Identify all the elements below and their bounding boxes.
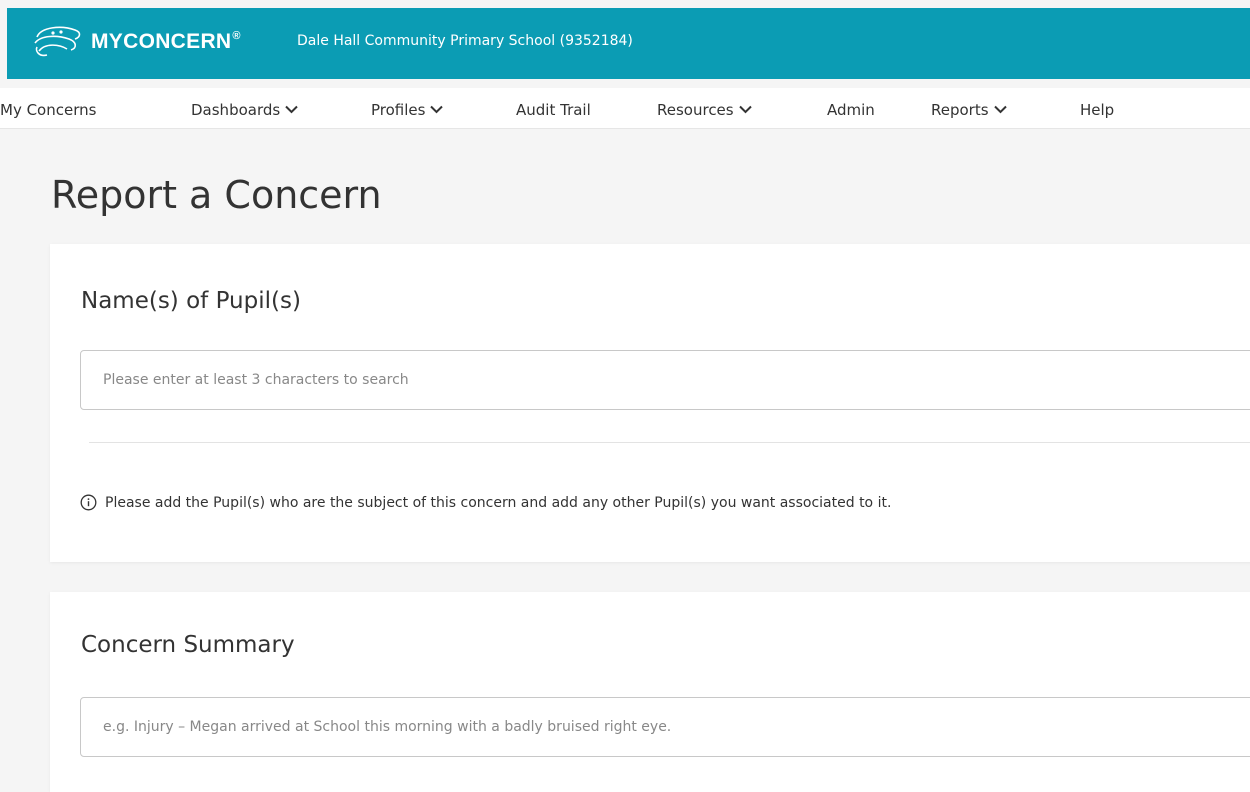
page-title: Report a Concern: [51, 173, 382, 217]
chevron-down-icon: [430, 105, 444, 114]
chevron-down-icon: [738, 105, 752, 114]
nav-help[interactable]: Help: [1080, 101, 1114, 119]
nav-admin[interactable]: Admin: [827, 101, 875, 119]
nav-my-concerns[interactable]: My Concerns: [0, 101, 96, 119]
brand-name[interactable]: MYCONCERN®: [91, 30, 241, 54]
divider: [89, 442, 1250, 443]
nav-audit-trail[interactable]: Audit Trail: [516, 101, 591, 119]
myconcern-logo-icon[interactable]: [31, 21, 83, 61]
pupils-info-text: Please add the Pupil(s) who are the subj…: [105, 494, 892, 511]
nav-resources[interactable]: Resources: [657, 101, 752, 119]
concern-summary-input[interactable]: [80, 697, 1250, 757]
pupil-search-input[interactable]: [80, 350, 1250, 410]
chevron-down-icon: [285, 105, 298, 114]
nav-profiles[interactable]: Profiles: [371, 101, 444, 119]
main-nav: My Concerns Dashboards Profiles Audit Tr…: [0, 88, 1250, 129]
chevron-down-icon: [993, 105, 1007, 114]
registered-mark: ®: [232, 30, 241, 42]
top-header-bar: MYCONCERN® Dale Hall Community Primary S…: [7, 8, 1250, 79]
nav-reports[interactable]: Reports: [931, 101, 1007, 119]
school-name: Dale Hall Community Primary School (9352…: [297, 33, 633, 49]
nav-dashboards[interactable]: Dashboards: [191, 101, 298, 119]
concern-summary-heading: Concern Summary: [81, 632, 295, 658]
pupils-info-note: Please add the Pupil(s) who are the subj…: [80, 494, 891, 511]
info-circle-icon: [80, 494, 97, 511]
pupils-card: Name(s) of Pupil(s) Please add the Pupil…: [50, 244, 1250, 562]
concern-summary-card: Concern Summary: [50, 592, 1250, 792]
pupils-heading: Name(s) of Pupil(s): [81, 288, 301, 314]
